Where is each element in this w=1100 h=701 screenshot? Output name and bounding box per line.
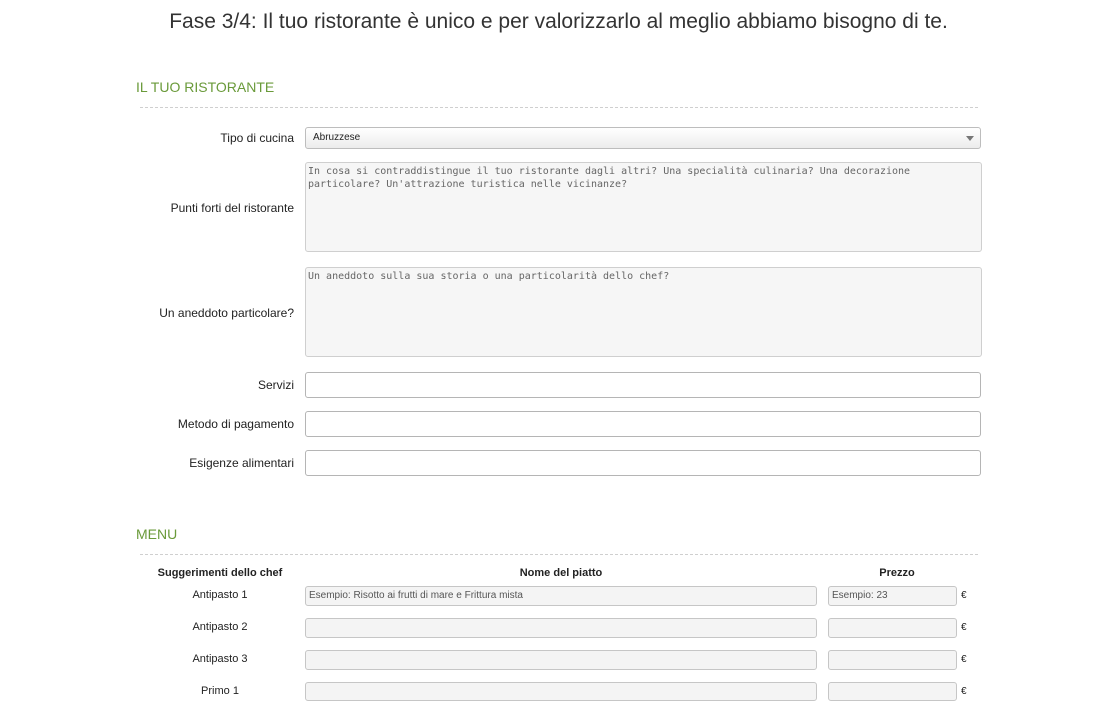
column-header-price: Prezzo	[879, 567, 915, 579]
strengths-label: Punti forti del ristorante	[170, 201, 294, 215]
menu-row-label: Antipasto 2	[192, 621, 248, 633]
dish-name-input[interactable]	[305, 682, 817, 701]
euro-symbol: €	[961, 590, 967, 601]
anecdote-textarea[interactable]: Un aneddoto sulla sua storia o una parti…	[305, 267, 982, 357]
dish-name-input[interactable]	[305, 618, 817, 638]
section-divider	[140, 107, 978, 108]
column-header-suggestions: Suggerimenti dello chef	[157, 567, 283, 579]
price-input[interactable]	[828, 618, 957, 638]
payment-label: Metodo di pagamento	[177, 417, 294, 431]
anecdote-label: Un aneddoto particolare?	[159, 306, 294, 320]
menu-row-label: Antipasto 3	[192, 653, 248, 665]
dietary-input[interactable]	[305, 450, 981, 476]
euro-symbol: €	[961, 622, 967, 633]
euro-symbol: €	[961, 654, 967, 665]
euro-symbol: €	[961, 686, 967, 697]
chevron-down-icon	[966, 136, 974, 141]
page-title: Fase 3/4: Il tuo ristorante è unico e pe…	[169, 10, 948, 33]
payment-input[interactable]	[305, 411, 981, 437]
price-input[interactable]: Esempio: 23	[828, 586, 957, 606]
column-header-dish-name: Nome del piatto	[519, 567, 603, 579]
cuisine-select[interactable]: Abruzzese	[305, 127, 981, 149]
cuisine-label: Tipo di cucina	[220, 131, 294, 145]
section-divider	[140, 554, 978, 555]
price-input[interactable]	[828, 650, 957, 670]
menu-row-label: Primo 1	[201, 685, 239, 697]
section-heading-restaurant: IL TUO RISTORANTE	[136, 79, 275, 95]
dish-name-input[interactable]	[305, 650, 817, 670]
services-input[interactable]	[305, 372, 981, 398]
dietary-label: Esigenze alimentari	[189, 456, 294, 470]
menu-row-label: Antipasto 1	[192, 589, 248, 601]
strengths-textarea[interactable]: In cosa si contraddistingue il tuo risto…	[305, 162, 982, 252]
dish-name-input[interactable]: Esempio: Risotto ai frutti di mare e Fri…	[305, 586, 817, 606]
cuisine-select-value: Abruzzese	[313, 132, 361, 143]
section-heading-menu: MENU	[136, 526, 178, 542]
services-label: Servizi	[257, 378, 294, 392]
price-input[interactable]	[828, 682, 957, 701]
